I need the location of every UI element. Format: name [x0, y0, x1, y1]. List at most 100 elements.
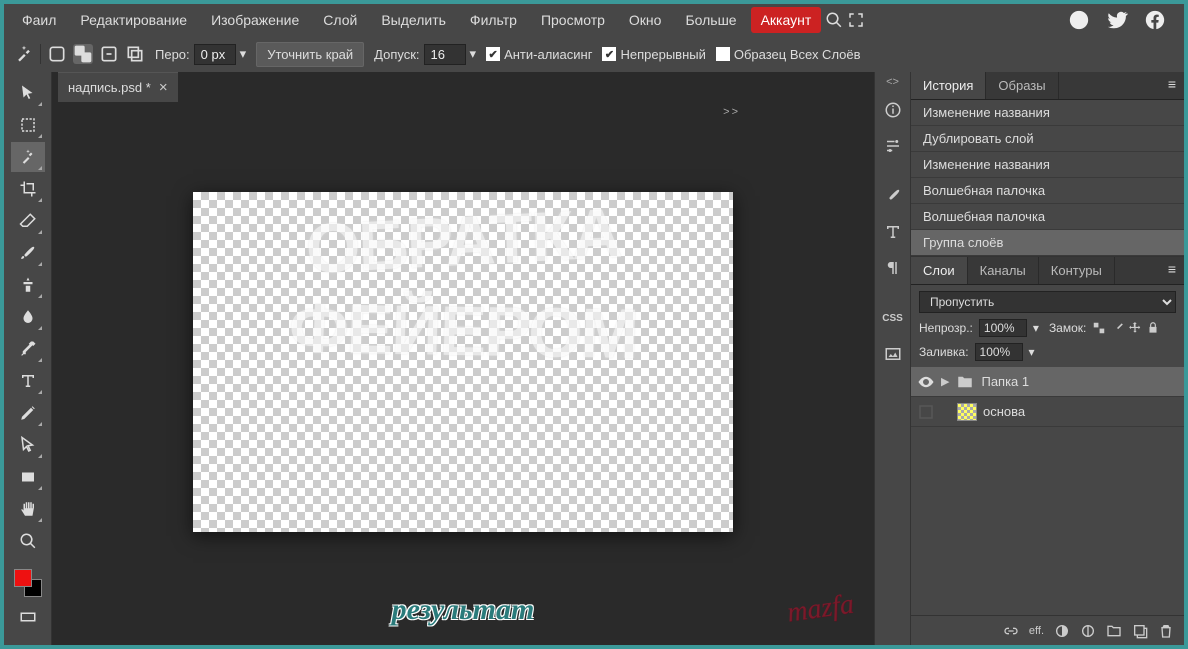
- menu-filter[interactable]: Фильтр: [460, 6, 527, 34]
- menu-edit[interactable]: Редактирование: [70, 6, 197, 34]
- antialias-toggle[interactable]: ✔Анти-алиасинг: [486, 47, 592, 62]
- facebook-icon[interactable]: [1144, 9, 1166, 31]
- crop-tool[interactable]: [11, 174, 45, 204]
- lock-transparency-icon[interactable]: [1092, 321, 1106, 335]
- history-item[interactable]: Волшебная палочка: [911, 204, 1184, 230]
- document-tab[interactable]: надпись.psd * ×: [58, 72, 178, 102]
- type-tool[interactable]: [11, 366, 45, 396]
- visibility-icon[interactable]: [917, 403, 935, 421]
- layer-options: Пропустить Непрозр.: ▾ Замок: Заливка: ▾: [911, 285, 1184, 367]
- tolerance-input[interactable]: [424, 44, 466, 65]
- pen-tool[interactable]: [11, 398, 45, 428]
- fg-color-swatch[interactable]: [14, 569, 32, 587]
- visibility-icon[interactable]: [917, 373, 935, 391]
- signature: mazfa: [785, 588, 856, 629]
- menu-select[interactable]: Выделить: [371, 6, 456, 34]
- tool-panel: [4, 72, 52, 645]
- blend-mode-select[interactable]: Пропустить: [919, 291, 1176, 313]
- new-layer-icon[interactable]: [1132, 623, 1148, 639]
- new-folder-icon[interactable]: [1106, 623, 1122, 639]
- lock-paint-icon[interactable]: [1110, 321, 1124, 335]
- fullscreen-icon[interactable]: [847, 11, 865, 29]
- panel-expand-icon[interactable]: <>: [875, 72, 910, 92]
- menu-more[interactable]: Больше: [675, 6, 746, 34]
- adjustment-layer-icon[interactable]: [1080, 623, 1096, 639]
- layer-name[interactable]: Папка 1: [981, 374, 1029, 389]
- lock-all-icon[interactable]: [1146, 321, 1160, 335]
- layers-panel-menu-icon[interactable]: ≡: [1160, 257, 1184, 284]
- tab-close-icon[interactable]: ×: [159, 79, 168, 96]
- history-panel-menu-icon[interactable]: ≡: [1160, 72, 1184, 99]
- layer-name[interactable]: основа: [983, 404, 1025, 419]
- menu-window[interactable]: Окно: [619, 6, 672, 34]
- brush-tool[interactable]: [11, 238, 45, 268]
- reddit-icon[interactable]: [1068, 9, 1090, 31]
- link-layers-icon[interactable]: [1003, 623, 1019, 639]
- delete-layer-icon[interactable]: [1158, 623, 1174, 639]
- menu-layer[interactable]: Слой: [313, 6, 367, 34]
- image-panel-icon[interactable]: [875, 336, 910, 372]
- layer-row[interactable]: основа: [911, 397, 1184, 427]
- menu-image[interactable]: Изображение: [201, 6, 309, 34]
- shape-tool[interactable]: [11, 462, 45, 492]
- tab-patterns[interactable]: Образы: [986, 72, 1058, 99]
- color-swatches[interactable]: [11, 566, 45, 600]
- result-label: результат: [392, 593, 535, 627]
- marquee-tool[interactable]: [11, 110, 45, 140]
- history-item[interactable]: Волшебная палочка: [911, 178, 1184, 204]
- sample-all-toggle[interactable]: Образец Всех Слоёв: [716, 47, 861, 62]
- css-panel-icon[interactable]: CSS: [875, 300, 910, 336]
- paragraph-panel-icon[interactable]: [875, 250, 910, 286]
- brushes-panel-icon[interactable]: [875, 178, 910, 214]
- sel-intersect-icon[interactable]: [125, 44, 145, 64]
- opacity-input[interactable]: [979, 319, 1027, 337]
- move-tool[interactable]: [11, 78, 45, 108]
- tab-history[interactable]: История: [911, 72, 986, 99]
- tab-layers[interactable]: Слои: [911, 257, 968, 284]
- lock-move-icon[interactable]: [1128, 321, 1142, 335]
- fill-dropdown-icon[interactable]: ▾: [1029, 345, 1035, 359]
- account-button[interactable]: Аккаунт: [751, 7, 822, 33]
- blur-tool[interactable]: [11, 302, 45, 332]
- quickmask-toggle[interactable]: [11, 602, 45, 632]
- fill-label: Заливка:: [919, 345, 969, 359]
- tab-paths[interactable]: Контуры: [1039, 257, 1115, 284]
- contiguous-toggle[interactable]: ✔Непрерывный: [602, 47, 705, 62]
- sel-subtract-icon[interactable]: [99, 44, 119, 64]
- expand-icon[interactable]: ▶: [941, 375, 949, 388]
- sel-add-icon[interactable]: [73, 44, 93, 64]
- mask-icon[interactable]: [1054, 623, 1070, 639]
- feather-dropdown-icon[interactable]: ▾: [240, 46, 247, 62]
- feather-input[interactable]: [194, 44, 236, 65]
- panel-collapse-icon[interactable]: >>: [723, 106, 740, 118]
- adjustments-panel-icon[interactable]: [875, 128, 910, 164]
- refine-edge-button[interactable]: Уточнить край: [256, 42, 364, 67]
- path-select-tool[interactable]: [11, 430, 45, 460]
- fill-input[interactable]: [975, 343, 1023, 361]
- twitter-icon[interactable]: [1106, 9, 1128, 31]
- tab-channels[interactable]: Каналы: [968, 257, 1039, 284]
- hand-tool[interactable]: [11, 494, 45, 524]
- history-item[interactable]: Дублировать слой: [911, 126, 1184, 152]
- canvas[interactable]: ОБРАТКА ФЕЙЕРОМ: [193, 192, 733, 532]
- sel-new-icon[interactable]: [47, 44, 67, 64]
- canvas-artwork: ОБРАТКА ФЕЙЕРОМ: [193, 207, 733, 365]
- history-item[interactable]: Группа слоёв: [911, 230, 1184, 256]
- wand-tool[interactable]: [11, 142, 45, 172]
- menu-file[interactable]: Фаил: [12, 6, 66, 34]
- eyedropper-tool[interactable]: [11, 334, 45, 364]
- character-panel-icon[interactable]: [875, 214, 910, 250]
- history-item[interactable]: Изменение названия: [911, 152, 1184, 178]
- layer-row[interactable]: ▶ Папка 1: [911, 367, 1184, 397]
- info-panel-icon[interactable]: [875, 92, 910, 128]
- history-item[interactable]: Изменение названия: [911, 100, 1184, 126]
- fx-icon[interactable]: eff.: [1029, 625, 1044, 637]
- eraser-tool[interactable]: [11, 206, 45, 236]
- search-icon[interactable]: [825, 11, 843, 29]
- menu-view[interactable]: Просмотр: [531, 6, 615, 34]
- tolerance-dropdown-icon[interactable]: ▾: [470, 46, 477, 62]
- zoom-tool[interactable]: [11, 526, 45, 556]
- clone-tool[interactable]: [11, 270, 45, 300]
- wand-tool-icon[interactable]: [14, 44, 34, 64]
- opacity-dropdown-icon[interactable]: ▾: [1033, 321, 1039, 335]
